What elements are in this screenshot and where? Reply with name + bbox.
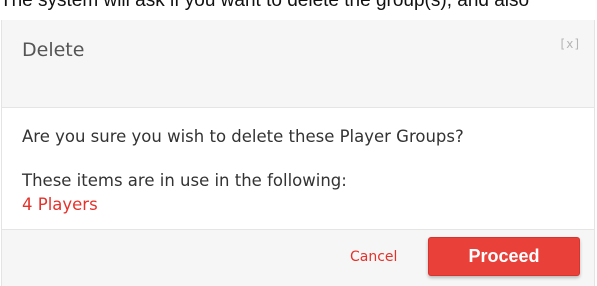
dialog-title: Delete [22, 39, 85, 61]
dialog-footer: Cancel Proceed [2, 229, 594, 286]
dialog-header: Delete [x] [2, 20, 594, 108]
players-usage-link[interactable]: 4 Players [22, 195, 98, 214]
close-button[interactable]: [x] [561, 37, 580, 51]
page-caption: The system will ask if you want to delet… [0, 0, 530, 11]
cancel-button[interactable]: Cancel [350, 249, 397, 265]
delete-dialog: Delete [x] Are you sure you wish to dele… [1, 20, 595, 286]
usage-label: These items are in use in the following: [22, 171, 347, 190]
dialog-body: Are you sure you wish to delete these Pl… [2, 109, 594, 229]
confirm-question: Are you sure you wish to delete these Pl… [22, 127, 464, 146]
proceed-button[interactable]: Proceed [428, 237, 580, 276]
